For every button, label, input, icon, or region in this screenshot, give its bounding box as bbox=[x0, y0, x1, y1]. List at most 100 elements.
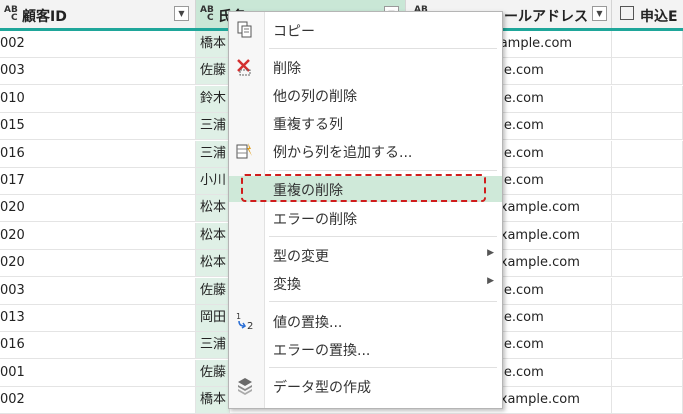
cell-customer-id[interactable]: 020 bbox=[0, 250, 196, 277]
cell-customer-id[interactable]: 003 bbox=[0, 277, 196, 304]
menu-item-remove-other-columns[interactable]: 他の列の削除 bbox=[229, 82, 502, 108]
column-header-apply-date[interactable]: 申込E bbox=[612, 0, 683, 28]
menu-item-duplicate-column[interactable]: 重複する列 bbox=[229, 110, 502, 136]
column-header-label: 申込E bbox=[640, 9, 678, 25]
submenu-arrow-icon: ▶ bbox=[487, 276, 494, 286]
cell-apply-date[interactable] bbox=[612, 222, 683, 249]
cell-apply-date[interactable] bbox=[612, 359, 683, 386]
cell-email[interactable]: example.com bbox=[492, 250, 612, 277]
column-header-customer-id[interactable]: AB C 顧客ID ▼ bbox=[0, 0, 196, 28]
replace-icon-digit-one: 1 bbox=[236, 312, 241, 321]
menu-item-label: 削除 bbox=[273, 61, 301, 77]
menu-item-label: エラーの削除 bbox=[273, 212, 357, 228]
cell-name[interactable]: 橋本 bbox=[196, 31, 230, 57]
cell-name[interactable]: 鈴木 bbox=[196, 85, 230, 112]
menu-item-change-type[interactable]: 型の変更 ▶ bbox=[229, 242, 502, 268]
replace-values-icon: 1 2 bbox=[236, 312, 253, 331]
cell-name[interactable]: 岡田 bbox=[196, 305, 230, 331]
highlight-annotation-box bbox=[241, 174, 486, 202]
cell-apply-date[interactable] bbox=[612, 195, 683, 222]
column-filter-dropdown[interactable]: ▼ bbox=[592, 6, 607, 21]
cell-email[interactable]: ple.com bbox=[492, 359, 612, 386]
cell-name[interactable]: 小川 bbox=[196, 168, 230, 194]
cell-email[interactable]: ple.com bbox=[492, 140, 612, 167]
cell-customer-id[interactable]: 002 bbox=[0, 387, 196, 414]
cell-name[interactable]: 佐藤 bbox=[196, 58, 230, 85]
cell-email[interactable]: ple.com bbox=[492, 168, 612, 194]
menu-item-create-data-type[interactable]: データ型の作成 bbox=[229, 373, 502, 399]
cell-email[interactable]: example.com bbox=[492, 387, 612, 414]
cell-apply-date[interactable] bbox=[612, 31, 683, 57]
cell-customer-id[interactable]: 016 bbox=[0, 140, 196, 167]
menu-item-replace-values[interactable]: 1 2 値の置換... bbox=[229, 308, 502, 334]
submenu-arrow-icon: ▶ bbox=[487, 248, 494, 258]
cell-customer-id[interactable]: 001 bbox=[0, 359, 196, 386]
text-type-icon[interactable]: ABC bbox=[4, 6, 18, 23]
cell-email[interactable]: ple.com bbox=[492, 305, 612, 331]
menu-separator bbox=[269, 170, 497, 171]
cell-customer-id[interactable]: 003 bbox=[0, 58, 196, 85]
menu-item-delete[interactable]: 削除 bbox=[229, 54, 502, 80]
cell-email[interactable]: example.com bbox=[492, 222, 612, 249]
cell-apply-date[interactable] bbox=[612, 168, 683, 194]
cell-customer-id[interactable]: 015 bbox=[0, 113, 196, 140]
menu-separator bbox=[269, 48, 497, 49]
cell-apply-date[interactable] bbox=[612, 277, 683, 304]
column-filter-dropdown[interactable]: ▼ bbox=[174, 6, 189, 21]
cell-customer-id[interactable]: 020 bbox=[0, 222, 196, 249]
cell-apply-date[interactable] bbox=[612, 387, 683, 414]
menu-separator bbox=[269, 236, 497, 237]
cell-name[interactable]: 松本 bbox=[196, 250, 230, 277]
column-from-examples-icon bbox=[236, 143, 252, 159]
cell-name[interactable]: 三浦 bbox=[196, 140, 230, 167]
cell-email[interactable]: ple.com bbox=[492, 58, 612, 85]
cell-email[interactable]: ple.com bbox=[492, 113, 612, 140]
cell-name[interactable]: 三浦 bbox=[196, 332, 230, 359]
cell-email[interactable]: ple.com bbox=[492, 85, 612, 112]
cell-customer-id[interactable]: 020 bbox=[0, 195, 196, 222]
cell-name[interactable]: 松本 bbox=[196, 195, 230, 222]
cell-apply-date[interactable] bbox=[612, 113, 683, 140]
delete-x-icon bbox=[237, 59, 251, 76]
cell-apply-date[interactable] bbox=[612, 250, 683, 277]
menu-separator bbox=[269, 367, 497, 368]
menu-item-column-from-examples[interactable]: 例から列を追加する... bbox=[229, 138, 502, 164]
cell-name[interactable]: 松本 bbox=[196, 222, 230, 249]
cell-apply-date[interactable] bbox=[612, 85, 683, 112]
cell-name[interactable]: 橋本 bbox=[196, 387, 230, 414]
replace-icon-digit-two: 2 bbox=[247, 321, 253, 331]
data-type-icon bbox=[238, 378, 252, 395]
calendar-icon[interactable] bbox=[620, 6, 634, 20]
cell-name[interactable]: 佐藤 bbox=[196, 277, 230, 304]
column-header-label: ールアドレス bbox=[504, 9, 588, 25]
cell-email[interactable]: ple.com bbox=[492, 332, 612, 359]
menu-item-transform[interactable]: 変換 ▶ bbox=[229, 270, 502, 296]
cell-apply-date[interactable] bbox=[612, 332, 683, 359]
menu-item-label: 変換 bbox=[273, 277, 301, 293]
cell-apply-date[interactable] bbox=[612, 140, 683, 167]
menu-separator bbox=[269, 301, 497, 302]
cell-customer-id[interactable]: 017 bbox=[0, 168, 196, 194]
cell-customer-id[interactable]: 016 bbox=[0, 332, 196, 359]
menu-item-label: コピー bbox=[273, 24, 315, 40]
cell-name[interactable]: 佐藤 bbox=[196, 359, 230, 386]
cell-email[interactable]: xample.com bbox=[492, 31, 612, 57]
menu-item-label: データ型の作成 bbox=[273, 380, 371, 396]
cell-email[interactable]: ple.com bbox=[492, 277, 612, 304]
cell-apply-date[interactable] bbox=[612, 58, 683, 85]
menu-item-replace-errors[interactable]: エラーの置換... bbox=[229, 336, 502, 362]
cell-customer-id[interactable]: 010 bbox=[0, 85, 196, 112]
context-menu: コピー 削除 他の列の削除 重複する列 例から列を追加する... 重複の削除 エ… bbox=[228, 11, 503, 409]
menu-item-copy[interactable]: コピー bbox=[229, 17, 502, 43]
cell-customer-id[interactable]: 002 bbox=[0, 31, 196, 57]
text-type-icon[interactable]: ABC bbox=[200, 6, 214, 23]
menu-item-label: 型の変更 bbox=[273, 249, 329, 265]
column-header-label: 顧客ID bbox=[22, 9, 67, 25]
cell-apply-date[interactable] bbox=[612, 305, 683, 331]
menu-item-label: エラーの置換... bbox=[273, 343, 371, 359]
menu-item-remove-errors[interactable]: エラーの削除 bbox=[229, 205, 502, 231]
cell-name[interactable]: 三浦 bbox=[196, 113, 230, 140]
cell-email[interactable]: example.com bbox=[492, 195, 612, 222]
cell-customer-id[interactable]: 013 bbox=[0, 305, 196, 331]
copy-icon bbox=[237, 21, 252, 38]
